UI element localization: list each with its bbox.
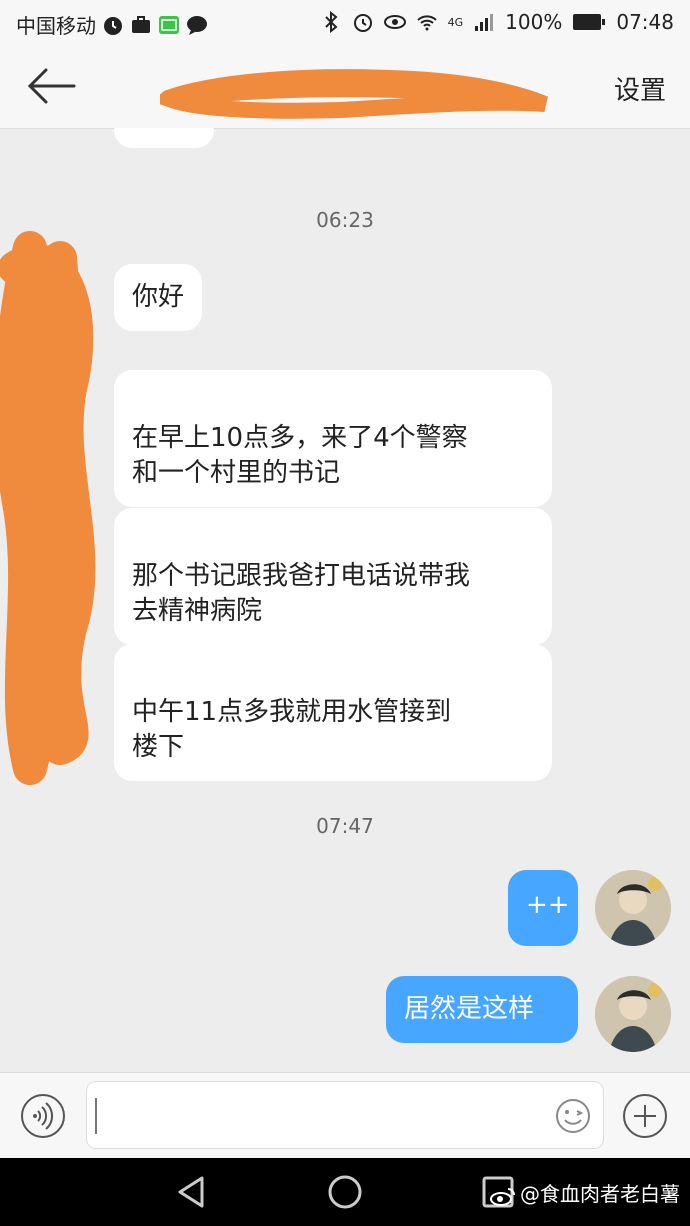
user-avatar[interactable] (595, 976, 671, 1052)
nav-home-icon[interactable] (327, 1174, 363, 1210)
redacted-title-scribble (160, 69, 548, 119)
weibo-icon (490, 1187, 515, 1206)
bluetooth-icon (324, 11, 338, 33)
iqiyi-app-icon (159, 15, 179, 34)
briefcase-icon (132, 15, 150, 33)
clock: 07:48 (616, 10, 674, 34)
more-actions-icon[interactable] (622, 1093, 668, 1139)
voice-input-icon[interactable] (20, 1093, 66, 1139)
timestamp: 07:47 (316, 814, 374, 838)
message-text: 那个书记跟我爸打电话说带我 去精神病院 (132, 561, 471, 626)
text-cursor (95, 1098, 97, 1134)
chat-area[interactable]: 06:23 你好 在早上10点多，来了4个警察 和一个村里的书记 那个书记跟我爸… (0, 128, 690, 1072)
message-text: 居然是这样 (404, 994, 535, 1024)
avatar-image (595, 870, 671, 946)
battery-percent: 100% (505, 10, 563, 34)
outgoing-message[interactable]: ++ (508, 870, 578, 946)
carrier-name: 中国移动 (16, 14, 96, 38)
message-text: ++ (526, 890, 570, 920)
timestamp: 06:23 (316, 208, 374, 232)
alarm-icon (353, 14, 372, 32)
avatar-image (595, 976, 671, 1052)
emoji-icon[interactable] (555, 1098, 591, 1134)
signal-icon (475, 14, 494, 31)
watermark-text: @食血肉者老白薯 (520, 1182, 680, 1206)
incoming-message[interactable]: 中午11点多我就用水管接到 楼下 (114, 644, 552, 781)
chat-app-icon (187, 15, 207, 35)
message-text: 在早上10点多，来了4个警察 和一个村里的书记 (132, 423, 468, 488)
chat-header: 设置 (0, 46, 690, 129)
eye-icon (383, 15, 406, 29)
watermark: @食血肉者老白薯 (490, 1178, 680, 1207)
settings-button[interactable]: 设置 (614, 70, 666, 107)
alarm-icon (104, 16, 122, 35)
nav-back-icon[interactable] (174, 1174, 210, 1210)
user-avatar[interactable] (595, 870, 671, 946)
back-arrow-icon[interactable] (24, 66, 78, 106)
message-text: 中午11点多我就用水管接到 楼下 (132, 697, 452, 762)
network-type: 4G (447, 15, 464, 29)
battery-icon (573, 14, 606, 30)
wifi-icon (416, 15, 437, 31)
input-bar (0, 1072, 690, 1159)
incoming-message[interactable]: 你好 (114, 264, 203, 331)
status-bar: 中国移动 4G 100% 07:48 (0, 0, 690, 46)
outgoing-message[interactable]: 居然是这样 (386, 976, 578, 1043)
message-input[interactable] (86, 1081, 604, 1149)
message-text: 你好 (132, 282, 185, 312)
incoming-message[interactable]: 在早上10点多，来了4个警察 和一个村里的书记 (114, 370, 552, 507)
navigation-bar: @食血肉者老白薯 (0, 1158, 690, 1226)
incoming-message[interactable]: 那个书记跟我爸打电话说带我 去精神病院 (114, 508, 552, 645)
partial-message-bubble (114, 128, 214, 148)
